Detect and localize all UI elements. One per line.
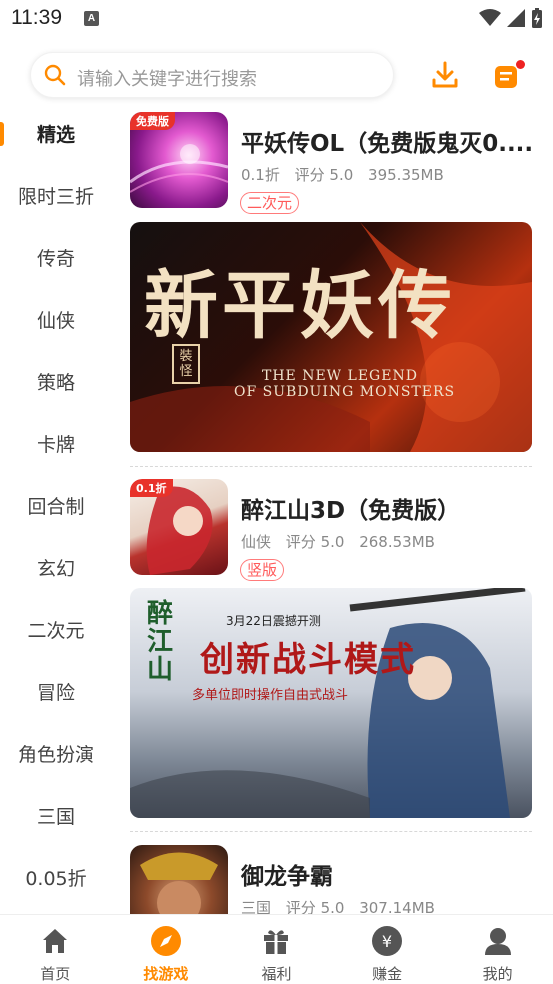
game-title: 平妖传OL（免费版鬼灭0.... [241,131,532,157]
game-art [130,144,228,193]
nav-home[interactable]: 首页 [0,915,111,984]
list-divider [130,466,532,467]
game-score: 评分 5.0 [285,533,345,551]
sidebar-item-label: 二次元 [27,620,85,642]
game-title: 御龙争霸 [241,864,333,890]
game-item[interactable]: 免费版 平妖传OL（免费版鬼灭0.... 0.1折 评分 5.0 395.35M… [130,112,532,216]
list-divider [130,831,532,832]
nav-benefits[interactable]: 福利 [221,915,332,984]
sidebar-item-label: 策略 [36,372,75,394]
sidebar-item-limited-30[interactable]: 限时三折 [0,166,112,228]
game-size: 268.53MB [359,533,435,551]
download-icon[interactable] [430,60,460,90]
game-category: 0.1折 [241,166,280,184]
banner-en-line2: OF SUBDUING MONSTERS [234,384,456,400]
wifi-icon [479,9,501,26]
sidebar-item-featured[interactable]: 精选 [0,104,112,166]
search-icon [44,64,66,86]
game-icon [130,845,228,914]
sidebar-item-card[interactable]: 卡牌 [0,414,112,476]
sidebar-item-xianxia[interactable]: 仙侠 [0,290,112,352]
nav-earn[interactable]: ¥ 赚金 [332,915,443,984]
game-tag: 竖版 [240,559,285,581]
active-indicator [0,122,4,146]
game-size: 395.35MB [368,166,444,184]
sidebar-item-label: 0.05折 [25,868,87,890]
user-icon [484,928,511,955]
sidebar-item-strategy[interactable]: 策略 [0,352,112,414]
sidebar-item-anime[interactable]: 二次元 [0,600,112,662]
banner-en-line1: THE NEW LEGEND [262,368,418,384]
banner-title: 新平妖传 [144,263,456,349]
discount-badge: 0.1折 [130,479,173,497]
banner-art [130,588,526,818]
status-indicators [479,8,543,28]
game-score: 评分 5.0 [285,899,345,914]
message-button[interactable] [493,60,525,92]
unread-dot [516,60,525,69]
gift-icon [264,930,289,954]
game-banner[interactable]: 醉江山 3月22日震撼开测 创新战斗模式 多单位即时操作自由式战斗 [130,588,532,818]
sidebar-item-rpg[interactable]: 角色扮演 [0,724,112,786]
svg-text:¥: ¥ [382,932,392,951]
game-meta: 三国 评分 5.0 307.14MB [241,897,445,914]
game-category: 三国 [241,899,272,914]
sidebar-item-label: 限时三折 [17,186,94,208]
game-meta: 0.1折 评分 5.0 395.35MB [241,164,454,185]
bottom-nav: 首页 找游戏 福利 ¥ 赚金 我的 [0,914,553,984]
game-art [140,852,218,914]
game-icon: 免费版 [130,112,228,208]
sidebar-item-turn-based[interactable]: 回合制 [0,476,112,538]
banner-headline: 创新战斗模式 [200,640,416,680]
game-category: 仙侠 [241,533,272,551]
sidebar-item-label: 仙侠 [36,310,75,332]
nav-label: 我的 [482,965,513,983]
search-placeholder: 请输入关键字进行搜索 [77,69,257,90]
game-title: 醉江山3D（免费版） [241,498,461,524]
notification-icon: A [84,11,99,26]
sidebar-item-label: 玄幻 [36,558,75,580]
coin-icon: ¥ [372,926,403,956]
game-banner[interactable]: 新平妖传 裝怪 THE NEW LEGEND OF SUBDUING MONST… [130,222,532,452]
sidebar-item-label: 卡牌 [36,434,75,456]
status-time: 11:39 [11,6,62,29]
compass-icon [150,926,181,956]
nav-label: 福利 [261,965,292,983]
game-list: 免费版 平妖传OL（免费版鬼灭0.... 0.1折 评分 5.0 395.35M… [130,104,532,914]
nav-mine[interactable]: 我的 [442,915,553,984]
game-tag: 二次元 [240,192,300,214]
sidebar-item-label: 精选 [36,124,75,146]
nav-label: 找游戏 [143,965,189,983]
sidebar-item-label: 冒险 [36,682,75,704]
nav-label: 首页 [40,965,71,983]
nav-find-games[interactable]: 找游戏 [111,915,222,984]
game-icon: 0.1折 [130,479,228,575]
sidebar-item-legend[interactable]: 传奇 [0,228,112,290]
nav-label: 赚金 [372,965,403,983]
home-icon [43,929,68,953]
game-score: 评分 5.0 [294,166,354,184]
sidebar-item-label: 传奇 [36,248,75,270]
sidebar-item-adventure[interactable]: 冒险 [0,662,112,724]
status-bar: 11:39 A [0,0,553,38]
signal-icon [507,9,525,27]
sidebar-item-fantasy[interactable]: 玄幻 [0,538,112,600]
game-item[interactable]: 0.1折 醉江山3D（免费版） 仙侠 评分 5.0 268.53MB 竖版 [130,479,532,583]
sidebar-item-005-discount[interactable]: 0.05折 [0,848,112,910]
category-sidebar: 精选 限时三折 传奇 仙侠 策略 卡牌 回合制 玄幻 二次元 冒险 角色扮演 三… [0,104,112,914]
search-bar-row: 请输入关键字进行搜索 [0,48,553,104]
search-input[interactable]: 请输入关键字进行搜索 [30,52,394,98]
sidebar-item-label: 三国 [36,806,75,828]
banner-subline: 多单位即时操作自由式战斗 [192,688,349,703]
game-item[interactable]: 御龙争霸 三国 评分 5.0 307.14MB [130,845,532,914]
sidebar-item-three-kingdoms[interactable]: 三国 [0,786,112,848]
banner-seal: 裝怪 [172,344,200,384]
game-size: 307.14MB [359,899,435,914]
battery-icon [532,8,542,28]
sidebar-item-label: 角色扮演 [17,744,94,766]
sidebar-item-label: 回合制 [27,496,85,518]
game-meta: 仙侠 评分 5.0 268.53MB [241,531,445,552]
banner-logo: 醉江山 [146,599,173,685]
banner-date: 3月22日震撼开测 [226,614,321,628]
